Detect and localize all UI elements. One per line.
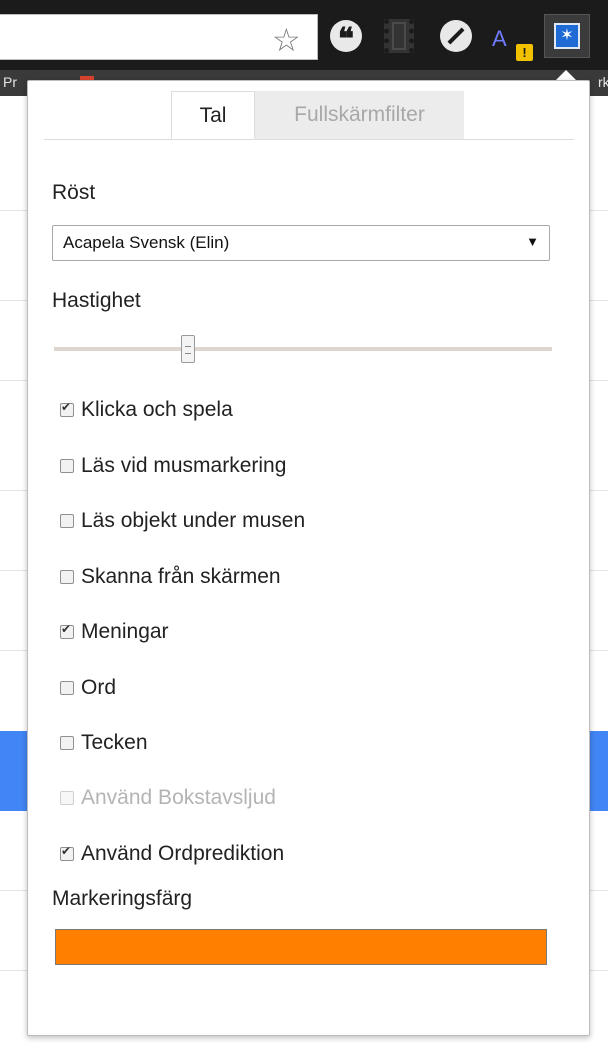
browser-toolbar: ☆ ❝ A ! ✶ (0, 0, 608, 70)
option-label: Läs vid musmarkering (81, 454, 287, 477)
speed-slider-track (54, 347, 552, 351)
tab-tal[interactable]: Tal (171, 91, 255, 139)
bookmark-item[interactable]: Pr (3, 74, 17, 90)
option-row[interactable]: Tecken (60, 728, 148, 758)
speed-slider-thumb[interactable] (181, 335, 196, 363)
option-label: Använd Ordprediktion (81, 842, 285, 865)
quote-extension-icon[interactable]: ❝ (330, 20, 362, 57)
extension-warning-badge: ! (516, 44, 533, 61)
bookmark-star-icon[interactable]: ☆ (272, 20, 301, 60)
option-checkbox[interactable] (60, 459, 74, 473)
option-row[interactable]: Läs vid musmarkering (60, 451, 286, 481)
option-row: Använd Bokstavsljud (60, 783, 276, 813)
option-checkbox[interactable] (60, 570, 74, 584)
option-label: Använd Bokstavsljud (81, 786, 276, 809)
film-extension-icon[interactable] (384, 19, 414, 53)
option-checkbox[interactable] (60, 736, 74, 750)
option-row[interactable]: Ord (60, 673, 116, 703)
speed-label: Hastighet (52, 289, 141, 312)
read-aloud-icon: ✶ (554, 23, 580, 49)
option-row[interactable]: Skanna från skärmen (60, 562, 281, 592)
option-label: Klicka och spela (81, 398, 233, 421)
highlight-color-swatch[interactable] (55, 929, 547, 965)
option-checkbox[interactable] (60, 844, 74, 861)
option-checkbox[interactable] (60, 681, 74, 695)
read-aloud-extension-button[interactable]: ✶ (544, 14, 590, 58)
voice-select-value: Acapela Svensk (Elin) (63, 233, 230, 252)
tab-fullskarmfilter[interactable]: Fullskärmfilter (255, 91, 464, 139)
tab-bar: Tal Fullskärmfilter (44, 91, 574, 140)
option-row[interactable]: Meningar (60, 617, 169, 647)
option-row[interactable]: Använd Ordprediktion (60, 839, 284, 869)
address-bar[interactable] (0, 14, 318, 60)
option-checkbox[interactable] (60, 400, 74, 417)
option-checkbox (60, 791, 74, 805)
compass-extension-icon[interactable] (440, 20, 472, 52)
speed-slider[interactable] (54, 335, 552, 365)
option-checkbox[interactable] (60, 622, 74, 639)
option-label: Läs objekt under musen (81, 509, 306, 532)
translate-extension-icon[interactable]: A (492, 26, 507, 52)
bookmark-item[interactable]: rk (598, 74, 608, 90)
option-label: Skanna från skärmen (81, 565, 281, 588)
option-label: Ord (81, 676, 117, 699)
voice-label: Röst (52, 181, 96, 204)
voice-select[interactable]: Acapela Svensk (Elin) ▼ (52, 225, 550, 261)
option-label: Meningar (81, 620, 169, 643)
option-row[interactable]: Läs objekt under musen (60, 506, 305, 536)
option-row[interactable]: Klicka och spela (60, 395, 233, 425)
option-checkbox[interactable] (60, 514, 74, 528)
read-aloud-popup: Tal Fullskärmfilter Röst Acapela Svensk … (27, 80, 590, 1036)
option-label: Tecken (81, 731, 148, 754)
dropdown-arrow-icon: ▼ (526, 234, 539, 249)
highlight-color-label: Markeringsfärg (52, 887, 193, 910)
